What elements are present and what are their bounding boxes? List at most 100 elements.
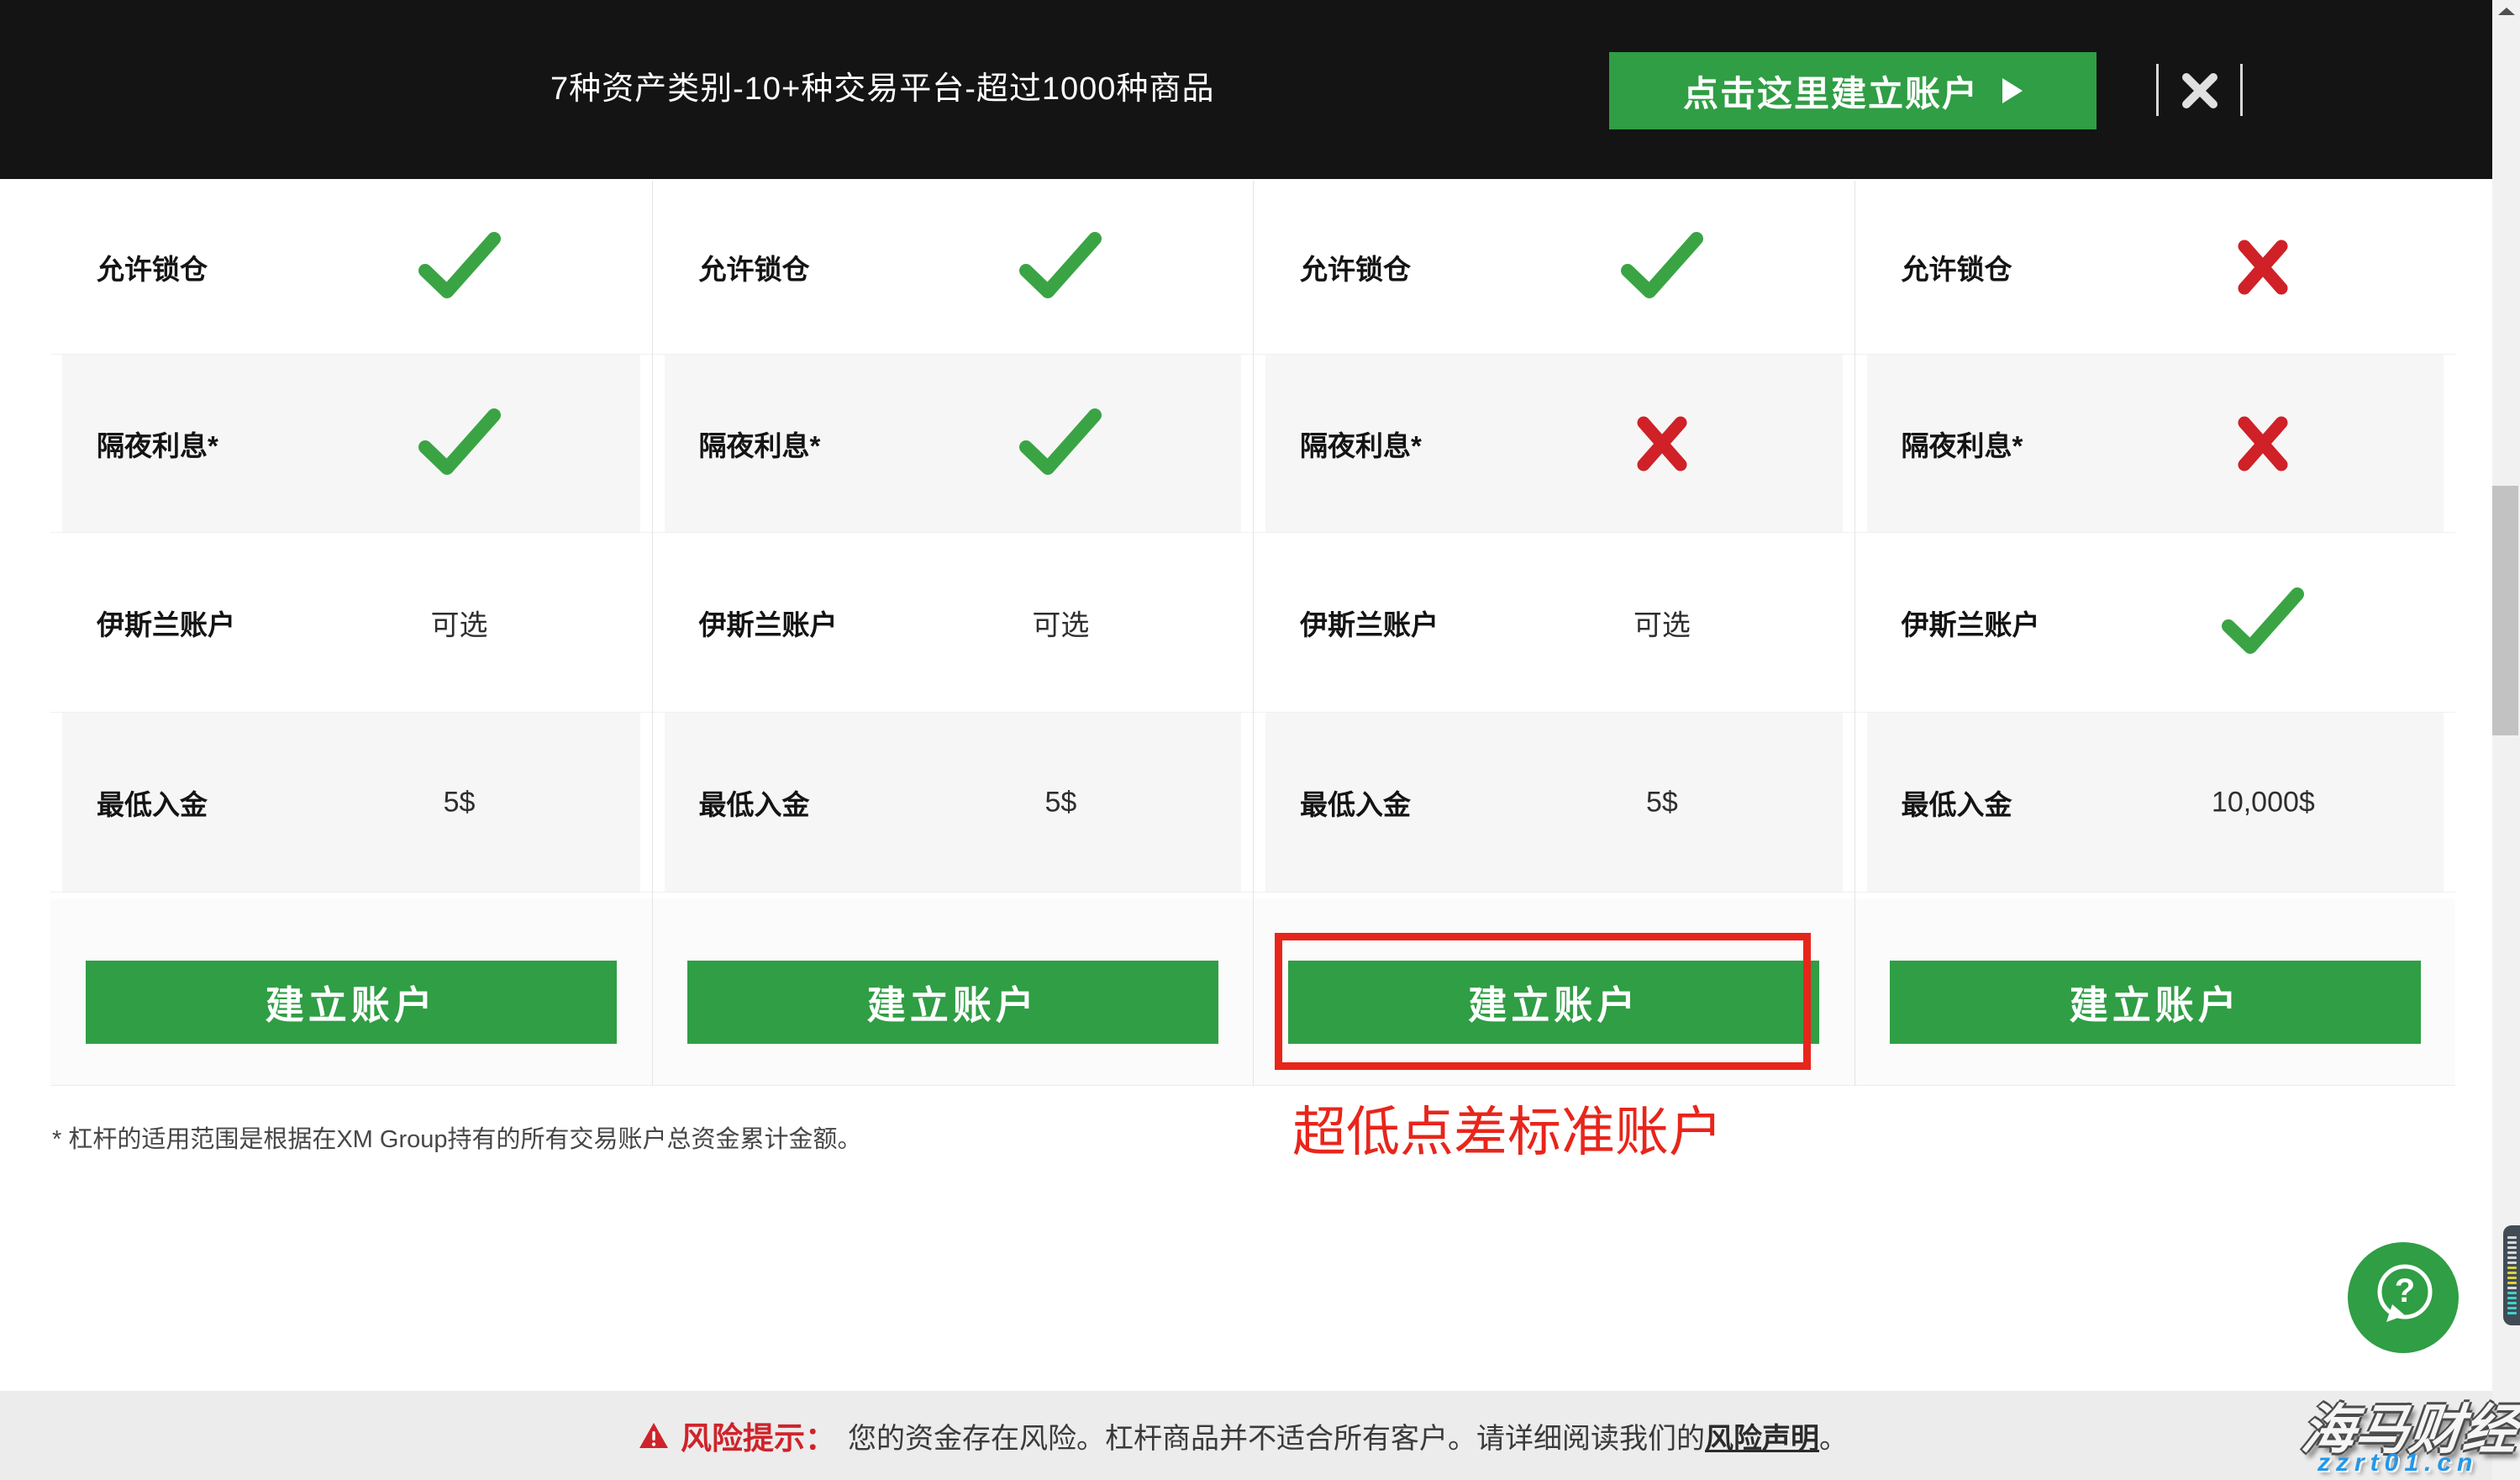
feature-label: 最低入金: [1902, 782, 2012, 823]
feature-label: 隔夜利息*: [1300, 424, 1422, 464]
close-icon: [2176, 104, 2223, 117]
banner-divider-right: [2240, 64, 2243, 116]
feature-label: 伊斯兰账户: [699, 603, 838, 643]
minimap-stripe: [2507, 1312, 2517, 1314]
feature-label: 允许锁仓: [1902, 247, 2012, 287]
feature-cell: 伊斯兰账户 可选: [653, 533, 1254, 713]
minimap-stripe: [2507, 1277, 2517, 1279]
check-icon: [1018, 231, 1102, 303]
button-band: 建立账户: [50, 893, 652, 1086]
feature-value: 可选: [1032, 602, 1089, 643]
feature-cell: 伊斯兰账户 可选: [1254, 533, 1854, 713]
banner-close-button[interactable]: [2176, 67, 2223, 114]
feature-value: 5$: [1646, 786, 1678, 819]
feature-cell: 最低入金 5$: [1254, 713, 1854, 893]
feature-cell: 伊斯兰账户: [1855, 533, 2456, 713]
feature-value: 可选: [431, 602, 488, 643]
feature-cell: 最低入金 5$: [50, 713, 652, 893]
account-column-2: 允许锁仓 隔夜利息* 伊斯兰账户 可选最低入金 5$ 建立账户: [652, 181, 1254, 1086]
feature-label: 隔夜利息*: [699, 424, 821, 464]
minimap-stripe: [2507, 1241, 2517, 1244]
feature-cell: 允许锁仓: [1855, 181, 2456, 355]
check-icon: [1018, 408, 1102, 480]
minimap-stripe: [2507, 1302, 2517, 1304]
feature-label: 允许锁仓: [699, 247, 810, 287]
leverage-footnote: * 杠杆的适用范围是根据在XM Group持有的所有交易账户总资金累计金额。: [52, 1119, 862, 1155]
banner-cta-button[interactable]: 点击这里建立账户: [1609, 52, 2096, 129]
feature-cell: 最低入金 5$: [653, 713, 1254, 893]
minimap-stripe: [2507, 1261, 2517, 1264]
scrollbar-thumb[interactable]: [2492, 486, 2518, 735]
feature-label: 最低入金: [97, 782, 208, 823]
feature-value: 可选: [1634, 602, 1691, 643]
scroll-up-arrow-icon[interactable]: [2498, 8, 2515, 15]
feature-cell: 最低入金 10,000$: [1855, 713, 2456, 893]
feature-cell: 允许锁仓: [50, 181, 652, 355]
minimap-stripe: [2507, 1272, 2517, 1274]
minimap-widget: [2503, 1225, 2520, 1325]
minimap-stripe: [2507, 1307, 2517, 1309]
open-account-button-4[interactable]: 建立账户: [1890, 961, 2421, 1044]
highlight-rectangle: [1275, 933, 1811, 1070]
feature-label: 允许锁仓: [1300, 247, 1411, 287]
cross-icon: [2237, 416, 2289, 471]
check-icon: [418, 408, 502, 480]
account-column-4: 允许锁仓 隔夜利息* 伊斯兰账户 最低入金 10,000$ 建立账户: [1854, 181, 2456, 1086]
warning-triangle-icon: [639, 1422, 669, 1449]
feature-value: 10,000$: [2212, 786, 2315, 819]
button-band: 建立账户: [653, 893, 1254, 1086]
feature-cell: 隔夜利息*: [50, 355, 652, 533]
minimap-stripe: [2507, 1236, 2517, 1239]
help-chat-button[interactable]: ?: [2348, 1242, 2459, 1353]
open-account-button-2[interactable]: 建立账户: [687, 961, 1218, 1044]
highlight-annotation: 超低点差标准账户: [1292, 1103, 1723, 1161]
check-icon: [1620, 231, 1704, 303]
button-band: 建立账户: [1855, 893, 2456, 1086]
account-comparison-table: 允许锁仓 隔夜利息* 伊斯兰账户可选最低入金5$建立账户允许锁仓 隔夜利息* 伊…: [50, 181, 2455, 1086]
risk-warning-text: 您的资金存在风险。杠杆商品并不适合所有客户。请详细阅读我们的风险声明。: [848, 1415, 1848, 1456]
check-icon: [418, 231, 502, 303]
minimap-stripe: [2507, 1256, 2517, 1259]
feature-label: 允许锁仓: [97, 247, 208, 287]
feature-label: 伊斯兰账户: [1300, 603, 1439, 643]
promo-banner: 7种资产类别-10+种交易平台-超过1000种商品 点击这里建立账户: [0, 0, 2520, 179]
feature-cell: 隔夜利息*: [653, 355, 1254, 533]
minimap-stripe: [2507, 1251, 2517, 1254]
cross-icon: [1636, 416, 1688, 471]
open-account-button-1[interactable]: 建立账户: [86, 961, 617, 1044]
watermark-site: zzrt01.cn: [2317, 1449, 2478, 1477]
cross-icon: [2237, 240, 2289, 295]
risk-warning-label: 风险提示：: [681, 1413, 836, 1458]
play-arrow-icon: [2002, 78, 2023, 103]
feature-value: 5$: [1044, 786, 1076, 819]
minimap-stripe: [2507, 1292, 2517, 1294]
check-icon: [2221, 587, 2305, 659]
feature-cell: 隔夜利息*: [1855, 355, 2456, 533]
risk-statement-link[interactable]: 风险声明: [1705, 1423, 1819, 1455]
minimap-stripe: [2507, 1297, 2517, 1299]
risk-warning-text-period: 。: [1819, 1423, 1848, 1455]
feature-label: 最低入金: [1300, 782, 1411, 823]
feature-cell: 允许锁仓: [653, 181, 1254, 355]
feature-cell: 隔夜利息*: [1254, 355, 1854, 533]
banner-headline: 7种资产类别-10+种交易平台-超过1000种商品: [550, 0, 1214, 179]
feature-label: 伊斯兰账户: [1902, 603, 2040, 643]
account-column-1: 允许锁仓 隔夜利息* 伊斯兰账户 可选最低入金 5$ 建立账户: [50, 181, 652, 1086]
risk-footer: 风险提示： 您的资金存在风险。杠杆商品并不适合所有客户。请详细阅读我们的风险声明…: [0, 1391, 2520, 1480]
banner-divider-left: [2156, 64, 2159, 116]
minimap-stripe: [2507, 1267, 2517, 1269]
question-bubble-icon: ?: [2361, 1255, 2445, 1341]
feature-cell: 允许锁仓: [1254, 181, 1854, 355]
minimap-stripe: [2507, 1287, 2517, 1289]
feature-label: 隔夜利息*: [1902, 424, 2023, 464]
minimap-stripe: [2507, 1282, 2517, 1284]
feature-label: 伊斯兰账户: [97, 603, 235, 643]
svg-text:?: ?: [2395, 1272, 2415, 1309]
feature-value: 5$: [444, 786, 476, 819]
feature-label: 最低入金: [699, 782, 810, 823]
feature-cell: 伊斯兰账户 可选: [50, 533, 652, 713]
risk-warning-text-body: 您的资金存在风险。杠杆商品并不适合所有客户。请详细阅读我们的: [848, 1423, 1705, 1455]
feature-label: 隔夜利息*: [97, 424, 218, 464]
banner-cta-label: 点击这里建立账户: [1683, 66, 1979, 117]
minimap-stripe: [2507, 1246, 2517, 1249]
